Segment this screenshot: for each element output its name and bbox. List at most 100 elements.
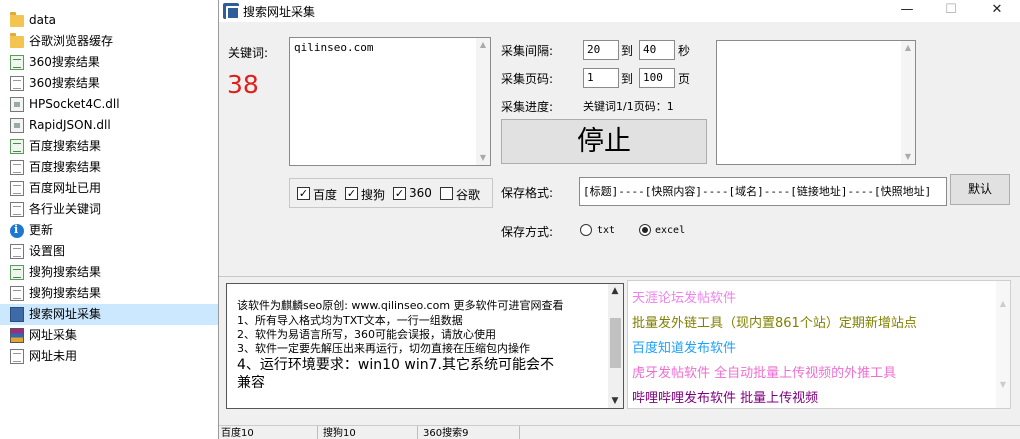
minimize-button[interactable]: — [885,0,929,22]
folder-icon [10,12,24,27]
file-item-sogou-results[interactable]: 搜狗搜索结果 [0,283,218,304]
scroll-down-icon[interactable]: ▼ [901,150,915,164]
page-from-input[interactable]: 1 [583,68,619,88]
document-icon [10,76,24,91]
note-icon [10,55,24,70]
result-scrollbar[interactable]: ▲ ▼ [901,41,915,164]
file-item-url-unused[interactable]: 网址未用 [0,346,218,367]
divider [219,276,1020,277]
document-icon [10,349,24,364]
info-scrollbar[interactable]: ▲ ▼ [608,284,623,408]
file-item-data[interactable]: data [0,10,218,31]
status-360: 360搜索9 [423,428,469,439]
checkbox-sogou[interactable]: ✓ [345,187,358,200]
window-title: 搜索网址采集 [243,5,316,19]
scroll-thumb[interactable] [610,318,621,368]
checkbox-baidu[interactable]: ✓ [297,187,310,200]
checkbox-google[interactable] [440,187,453,200]
file-label: 更新 [29,223,54,237]
ad-link-baidu-zhidao[interactable]: 百度知道发布软件 [632,337,736,356]
file-item-sogou-results-notes[interactable]: 搜狗搜索结果 [0,262,218,283]
app-window: 搜索网址采集 — ☐ ✕ 关键词: 38 qilinseo.com ▲ ▼ ✓ … [218,0,1020,439]
file-item-search-collector[interactable]: 搜索网址采集 [0,304,218,325]
document-icon [10,244,24,259]
status-baidu: 百度10 [221,428,254,439]
keyword-label: 关键词: [228,46,269,60]
interval-label: 采集间隔: [501,44,554,58]
folder-icon [10,33,24,48]
document-icon [10,181,24,196]
file-item-hpsocket-dll[interactable]: HPSocket4C.dll [0,94,218,115]
file-label: 搜索网址采集 [29,307,102,321]
file-item-baidu-results-notes[interactable]: 百度搜索结果 [0,136,218,157]
checkbox-label-360: 360 [409,186,432,200]
scroll-up-icon[interactable]: ▲ [901,41,915,55]
progress-text: 关键词1/1页码：1 [583,100,674,113]
ad-link-bilibili[interactable]: 哔哩哔哩发布软件 批量上传视频 [632,387,818,406]
checkbox-360[interactable]: ✓ [393,187,406,200]
checkbox-label-baidu: 百度 [313,188,338,202]
scroll-down-icon[interactable]: ▼ [996,378,1010,392]
app-icon [223,3,240,20]
keyword-scrollbar[interactable]: ▲ ▼ [476,38,490,165]
checkbox-label-google: 谷歌 [456,188,481,202]
scroll-up-icon[interactable]: ▲ [608,284,622,298]
status-sogou: 搜狗10 [323,428,356,439]
file-item-update[interactable]: 更新 [0,220,218,241]
default-button[interactable]: 默认 [950,174,1010,205]
file-label: RapidJSON.dll [29,118,111,132]
file-label: 百度搜索结果 [29,139,102,153]
page-to-input[interactable]: 100 [639,68,675,88]
file-item-360-results-notes[interactable]: 360搜索结果 [0,52,218,73]
progress-label: 采集进度: [501,100,554,114]
ad-link-tianya[interactable]: 天涯论坛发帖软件 [632,287,736,306]
format-label: 保存格式: [501,186,554,200]
file-label: 搜狗搜索结果 [29,265,102,279]
interval-unit: 秒 [678,44,691,58]
ad-scrollbar[interactable]: ▲ ▼ [996,281,1010,408]
page-unit: 页 [678,72,691,86]
file-label: 各行业关键词 [29,202,102,216]
radio-txt[interactable] [580,224,592,236]
status-divider [519,426,520,439]
file-item-url-collect[interactable]: 网址采集 [0,325,218,346]
format-input[interactable]: [标题]----[快照内容]----[域名]----[链接地址]----[快照地… [579,177,947,206]
file-item-industry-keywords[interactable]: 各行业关键词 [0,199,218,220]
title-bar[interactable]: 搜索网址采集 — ☐ ✕ [219,0,1020,22]
info-line: 兼容 [237,375,265,391]
keyword-text: qilinseo.com [294,41,374,54]
file-item-settings-image[interactable]: 设置图 [0,241,218,262]
maximize-button[interactable]: ☐ [929,0,973,22]
stop-button[interactable]: 停止 [501,119,707,164]
radio-excel[interactable] [639,224,651,236]
file-label: 设置图 [29,244,66,258]
interval-to-input[interactable]: 40 [639,40,675,60]
file-label: 网址未用 [29,349,78,363]
file-item-chrome-cache[interactable]: 谷歌浏览器缓存 [0,31,218,52]
interval-to-label: 到 [621,44,634,58]
close-button[interactable]: ✕ [975,0,1019,22]
file-list: data 谷歌浏览器缓存 360搜索结果 360搜索结果 HPSocket4C.… [0,0,218,439]
file-label: 百度网址已用 [29,181,102,195]
ad-link-huya[interactable]: 虎牙发帖软件 全自动批量上传视频的外推工具 [632,362,896,381]
scroll-up-icon[interactable]: ▲ [996,297,1010,311]
file-label: 谷歌浏览器缓存 [29,34,114,48]
keyword-textarea[interactable]: qilinseo.com ▲ ▼ [289,37,491,166]
result-textarea[interactable]: ▲ ▼ [716,40,916,165]
file-label: 搜狗搜索结果 [29,286,102,300]
scroll-up-icon[interactable]: ▲ [476,38,490,52]
scroll-down-icon[interactable]: ▼ [476,151,490,165]
file-label: 百度搜索结果 [29,160,102,174]
file-item-baidu-results[interactable]: 百度搜索结果 [0,157,218,178]
interval-from-input[interactable]: 20 [583,40,619,60]
status-divider [317,426,318,439]
note-icon [10,265,24,280]
file-item-360-results[interactable]: 360搜索结果 [0,73,218,94]
file-item-rapidjson-dll[interactable]: RapidJSON.dll [0,115,218,136]
scroll-down-icon[interactable]: ▼ [608,394,622,408]
info-line: 4、运行环境要求：win10 win7.其它系统可能会不 [237,357,554,373]
radio-excel-label: excel [655,225,686,236]
info-textarea[interactable]: 该软件为麒麟seo原创: www.qilinseo.com 更多软件可进官网查看… [226,283,624,409]
ad-link-backlink-tool[interactable]: 批量发外链工具（现内置861个站）定期新增站点 [632,312,917,331]
file-item-baidu-used[interactable]: 百度网址已用 [0,178,218,199]
